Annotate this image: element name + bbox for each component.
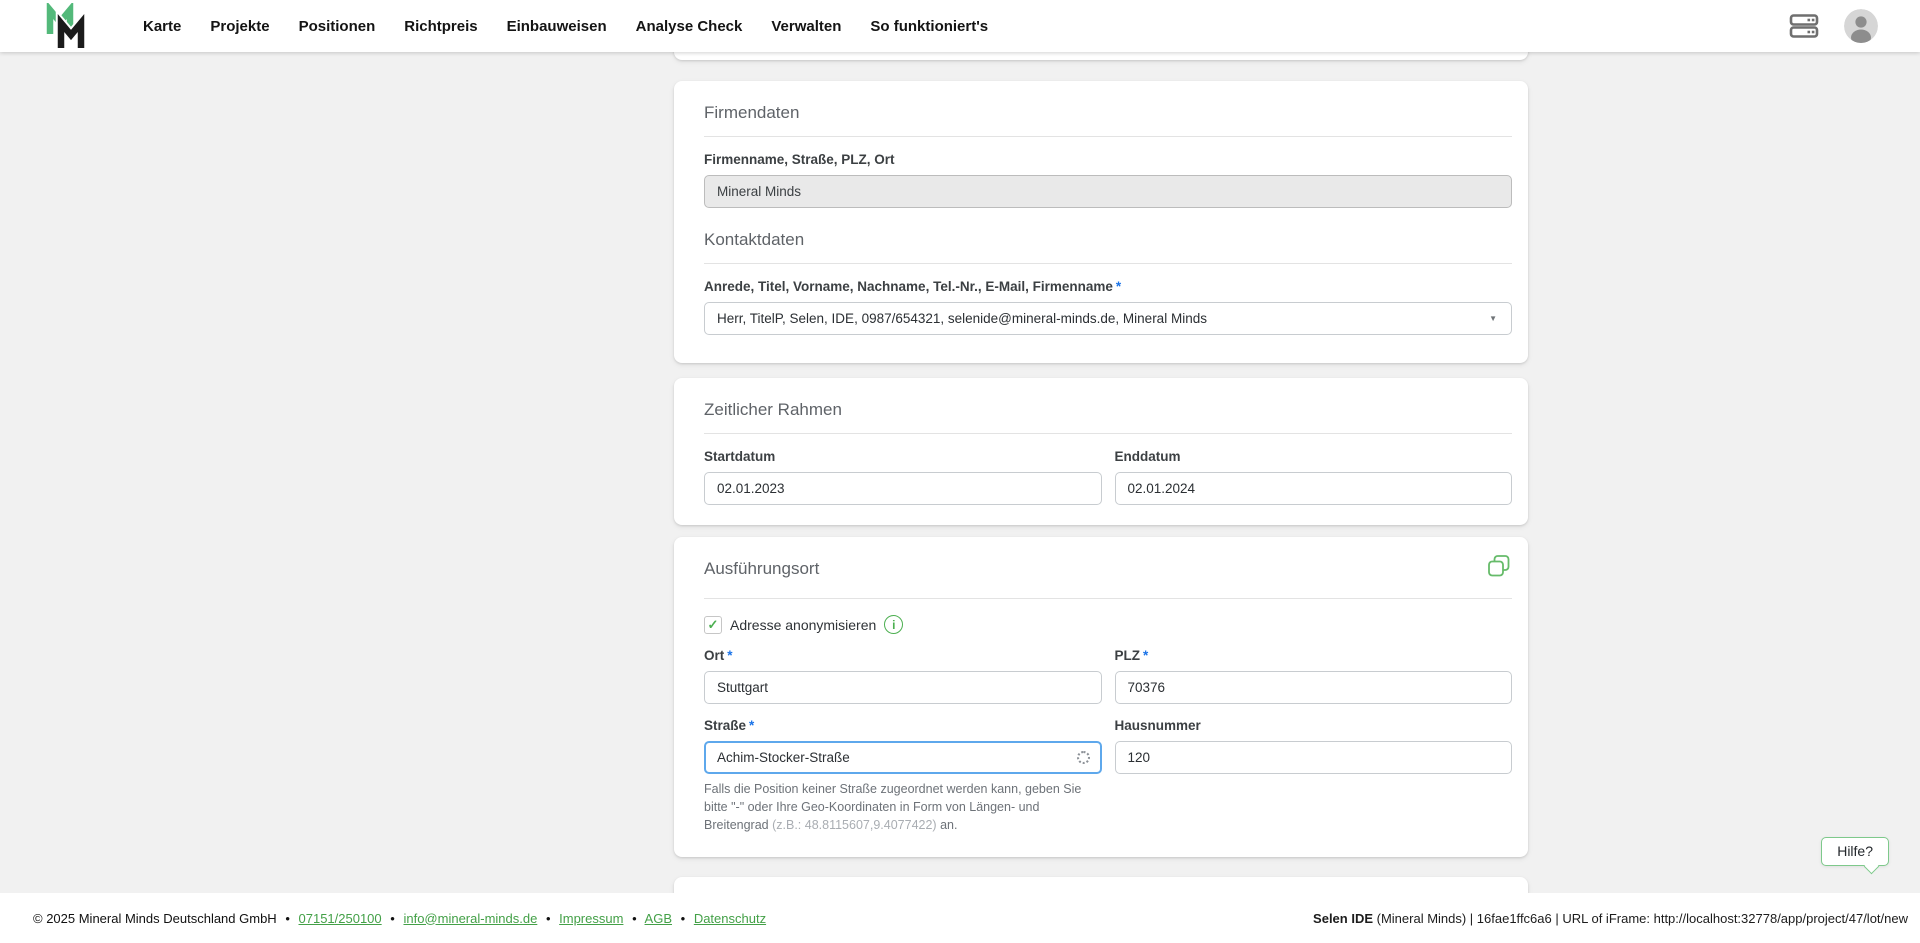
footer-debug-info: Selen IDE (Mineral Minds) | 16fae1ffc6a6… — [1313, 911, 1908, 926]
nav-item-so-funktionierts[interactable]: So funktioniert's — [870, 18, 988, 35]
help-button[interactable]: Hilfe? — [1821, 837, 1889, 866]
server-icon[interactable] — [1788, 10, 1820, 42]
section-title-zeitlicher-rahmen: Zeitlicher Rahmen — [704, 400, 842, 419]
nav-item-projekte[interactable]: Projekte — [210, 18, 269, 35]
footer-copyright: © 2025 Mineral Minds Deutschland GmbH — [33, 910, 277, 926]
required-marker: * — [1143, 648, 1149, 663]
plz-input[interactable] — [1114, 671, 1512, 704]
nav-item-karte[interactable]: Karte — [143, 18, 181, 35]
startdatum-input[interactable] — [704, 472, 1102, 505]
strasse-label: Straße * — [704, 718, 1102, 733]
nav-item-analyse-check[interactable]: Analyse Check — [636, 18, 743, 35]
helper-text-end: an. — [936, 818, 958, 833]
ort-label: Ort * — [704, 648, 1102, 663]
separator: • — [680, 910, 686, 926]
hausnummer-label: Hausnummer — [1114, 718, 1201, 733]
footer-link-phone[interactable]: 07151/250100 — [299, 911, 382, 926]
strasse-helper-text: Falls die Position keiner Straße zugeord… — [704, 780, 1096, 834]
separator: • — [285, 910, 290, 926]
contact-field-label-text: Anrede, Titel, Vorname, Nachname, Tel.-N… — [704, 279, 1113, 294]
anonymize-checkbox[interactable]: ✓ — [704, 615, 722, 634]
section-title-firmendaten: Firmendaten — [704, 103, 800, 122]
separator: • — [632, 910, 637, 926]
strasse-input[interactable] — [704, 741, 1102, 774]
card-execution-location: Ausführungsort ✓ Adresse anonymisieren i… — [674, 537, 1528, 857]
logo-icon — [46, 3, 87, 48]
footer-link-agb[interactable]: AGB — [645, 911, 672, 926]
contact-field-label: Anrede, Titel, Vorname, Nachname, Tel.-N… — [704, 279, 1512, 294]
plz-label-text: PLZ — [1114, 648, 1141, 663]
ort-label-text: Ort — [704, 648, 725, 663]
footer-link-datenschutz[interactable]: Datenschutz — [694, 911, 766, 926]
divider — [704, 598, 1512, 599]
strasse-label-text: Straße — [704, 718, 747, 733]
section-title-ausfuehrungsort: Ausführungsort — [704, 559, 820, 578]
company-field-label: Firmenname, Straße, PLZ, Ort — [704, 152, 895, 167]
main-menu: Karte Projekte Positionen Richtpreis Ein… — [143, 18, 988, 35]
divider — [704, 263, 1512, 264]
loading-spinner-icon — [1076, 751, 1090, 764]
required-marker: * — [749, 718, 755, 733]
ort-input[interactable] — [704, 671, 1102, 704]
top-navbar: Karte Projekte Positionen Richtpreis Ein… — [0, 0, 1920, 52]
user-avatar-icon — [1844, 9, 1878, 43]
enddatum-label: Enddatum — [1114, 449, 1181, 464]
company-input — [704, 175, 1512, 208]
contact-select[interactable]: Herr, TitelP, Selen, IDE, 0987/654321, s… — [704, 302, 1512, 335]
logo[interactable] — [45, 0, 87, 52]
startdatum-label: Startdatum — [704, 449, 776, 464]
check-icon: ✓ — [707, 617, 719, 632]
user-avatar[interactable] — [1844, 9, 1878, 43]
divider — [704, 136, 1512, 137]
plz-label: PLZ * — [1115, 648, 1513, 663]
info-icon[interactable]: i — [884, 615, 904, 634]
card-company-data: Firmendaten Firmenname, Straße, PLZ, Ort… — [674, 81, 1528, 363]
footer-ide-name: Selen IDE — [1313, 910, 1374, 926]
hausnummer-input[interactable] — [1114, 741, 1512, 774]
footer-link-impressum[interactable]: Impressum — [559, 911, 623, 926]
enddatum-input[interactable] — [1114, 472, 1512, 505]
copy-button[interactable] — [1486, 553, 1512, 585]
navbar-right — [1788, 9, 1878, 43]
contact-select-wrap: Herr, TitelP, Selen, IDE, 0987/654321, s… — [704, 302, 1512, 335]
separator: • — [390, 910, 395, 926]
helper-text-example: (z.B.: 48.8115607,9.4077422) — [772, 818, 937, 833]
nav-item-verwalten[interactable]: Verwalten — [771, 18, 841, 35]
separator: • — [545, 910, 551, 926]
section-title-kontaktdaten: Kontaktdaten — [704, 230, 805, 249]
nav-item-positionen[interactable]: Positionen — [299, 18, 376, 35]
card-timeframe: Zeitlicher Rahmen Startdatum Enddatum — [674, 378, 1528, 525]
required-marker: * — [727, 648, 733, 663]
footer-left: © 2025 Mineral Minds Deutschland GmbH • … — [33, 911, 766, 926]
nav-item-einbauweisen[interactable]: Einbauweisen — [507, 18, 607, 35]
copy-icon — [1488, 555, 1510, 577]
anonymize-label: Adresse anonymisieren — [730, 616, 877, 633]
nav-item-richtpreis[interactable]: Richtpreis — [404, 18, 477, 35]
required-marker: * — [1115, 279, 1122, 294]
footer-ide-details: (Mineral Minds) | 16fae1ffc6a6 | URL of … — [1373, 910, 1908, 926]
footer-link-email[interactable]: info@mineral-minds.de — [403, 911, 537, 926]
footer: © 2025 Mineral Minds Deutschland GmbH • … — [0, 893, 1920, 943]
